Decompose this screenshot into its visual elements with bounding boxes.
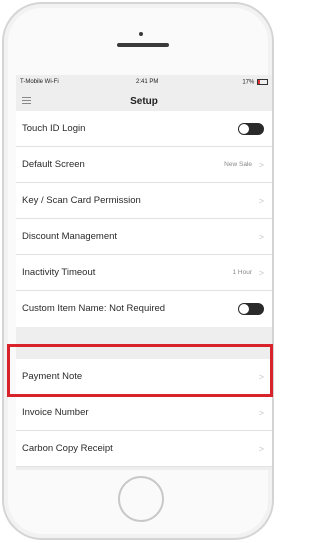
chevron-right-icon: >	[258, 268, 264, 278]
inactivity-timeout-value: 1 Hour	[232, 269, 252, 276]
carrier-label: T-Mobile Wi-Fi	[20, 79, 59, 85]
phone-frame: T-Mobile Wi-Fi 2:41 PM 17% Setup Touch I…	[2, 2, 274, 540]
invoice-number-row[interactable]: Invoice Number >	[16, 395, 272, 431]
custom-item-name-label: Custom Item Name: Not Required	[22, 303, 166, 314]
touch-id-login-toggle[interactable]	[238, 123, 264, 135]
clock: 2:41 PM	[136, 79, 159, 85]
discount-management-row[interactable]: Discount Management >	[16, 219, 272, 255]
carbon-copy-receipt-row[interactable]: Carbon Copy Receipt >	[16, 431, 272, 467]
discount-management-label: Discount Management	[22, 231, 118, 242]
navigation-bar: Setup	[16, 89, 272, 111]
default-screen-row[interactable]: Default Screen New Sale >	[16, 147, 272, 183]
home-button[interactable]	[118, 476, 164, 522]
default-screen-label: Default Screen	[22, 159, 85, 170]
invoice-number-label: Invoice Number	[22, 407, 89, 418]
key-scan-card-permission-row[interactable]: Key / Scan Card Permission >	[16, 183, 272, 219]
chevron-right-icon: >	[258, 232, 264, 242]
inactivity-timeout-row[interactable]: Inactivity Timeout 1 Hour >	[16, 255, 272, 291]
highlight-box	[7, 344, 273, 397]
touch-id-login-label: Touch ID Login	[22, 123, 86, 134]
chevron-right-icon: >	[258, 408, 264, 418]
earpiece-speaker	[117, 43, 169, 47]
page-title: Setup	[130, 96, 158, 107]
key-scan-card-permission-label: Key / Scan Card Permission	[22, 195, 141, 206]
battery-icon	[257, 79, 268, 85]
custom-item-name-toggle[interactable]	[238, 303, 264, 315]
inactivity-timeout-label: Inactivity Timeout	[22, 267, 96, 278]
battery-percent: 17%	[242, 79, 255, 86]
chevron-right-icon: >	[258, 444, 264, 454]
default-screen-value: New Sale	[224, 161, 252, 168]
carbon-copy-receipt-label: Carbon Copy Receipt	[22, 443, 113, 454]
custom-item-name-row[interactable]: Custom Item Name: Not Required	[16, 291, 272, 327]
chevron-right-icon: >	[258, 196, 264, 206]
status-bar: T-Mobile Wi-Fi 2:41 PM 17%	[16, 75, 272, 89]
chevron-right-icon: >	[258, 160, 264, 170]
touch-id-login-row[interactable]: Touch ID Login	[16, 111, 272, 147]
screen: T-Mobile Wi-Fi 2:41 PM 17% Setup Touch I…	[16, 75, 272, 470]
front-camera	[139, 32, 143, 36]
battery-indicator: 17%	[242, 79, 268, 86]
